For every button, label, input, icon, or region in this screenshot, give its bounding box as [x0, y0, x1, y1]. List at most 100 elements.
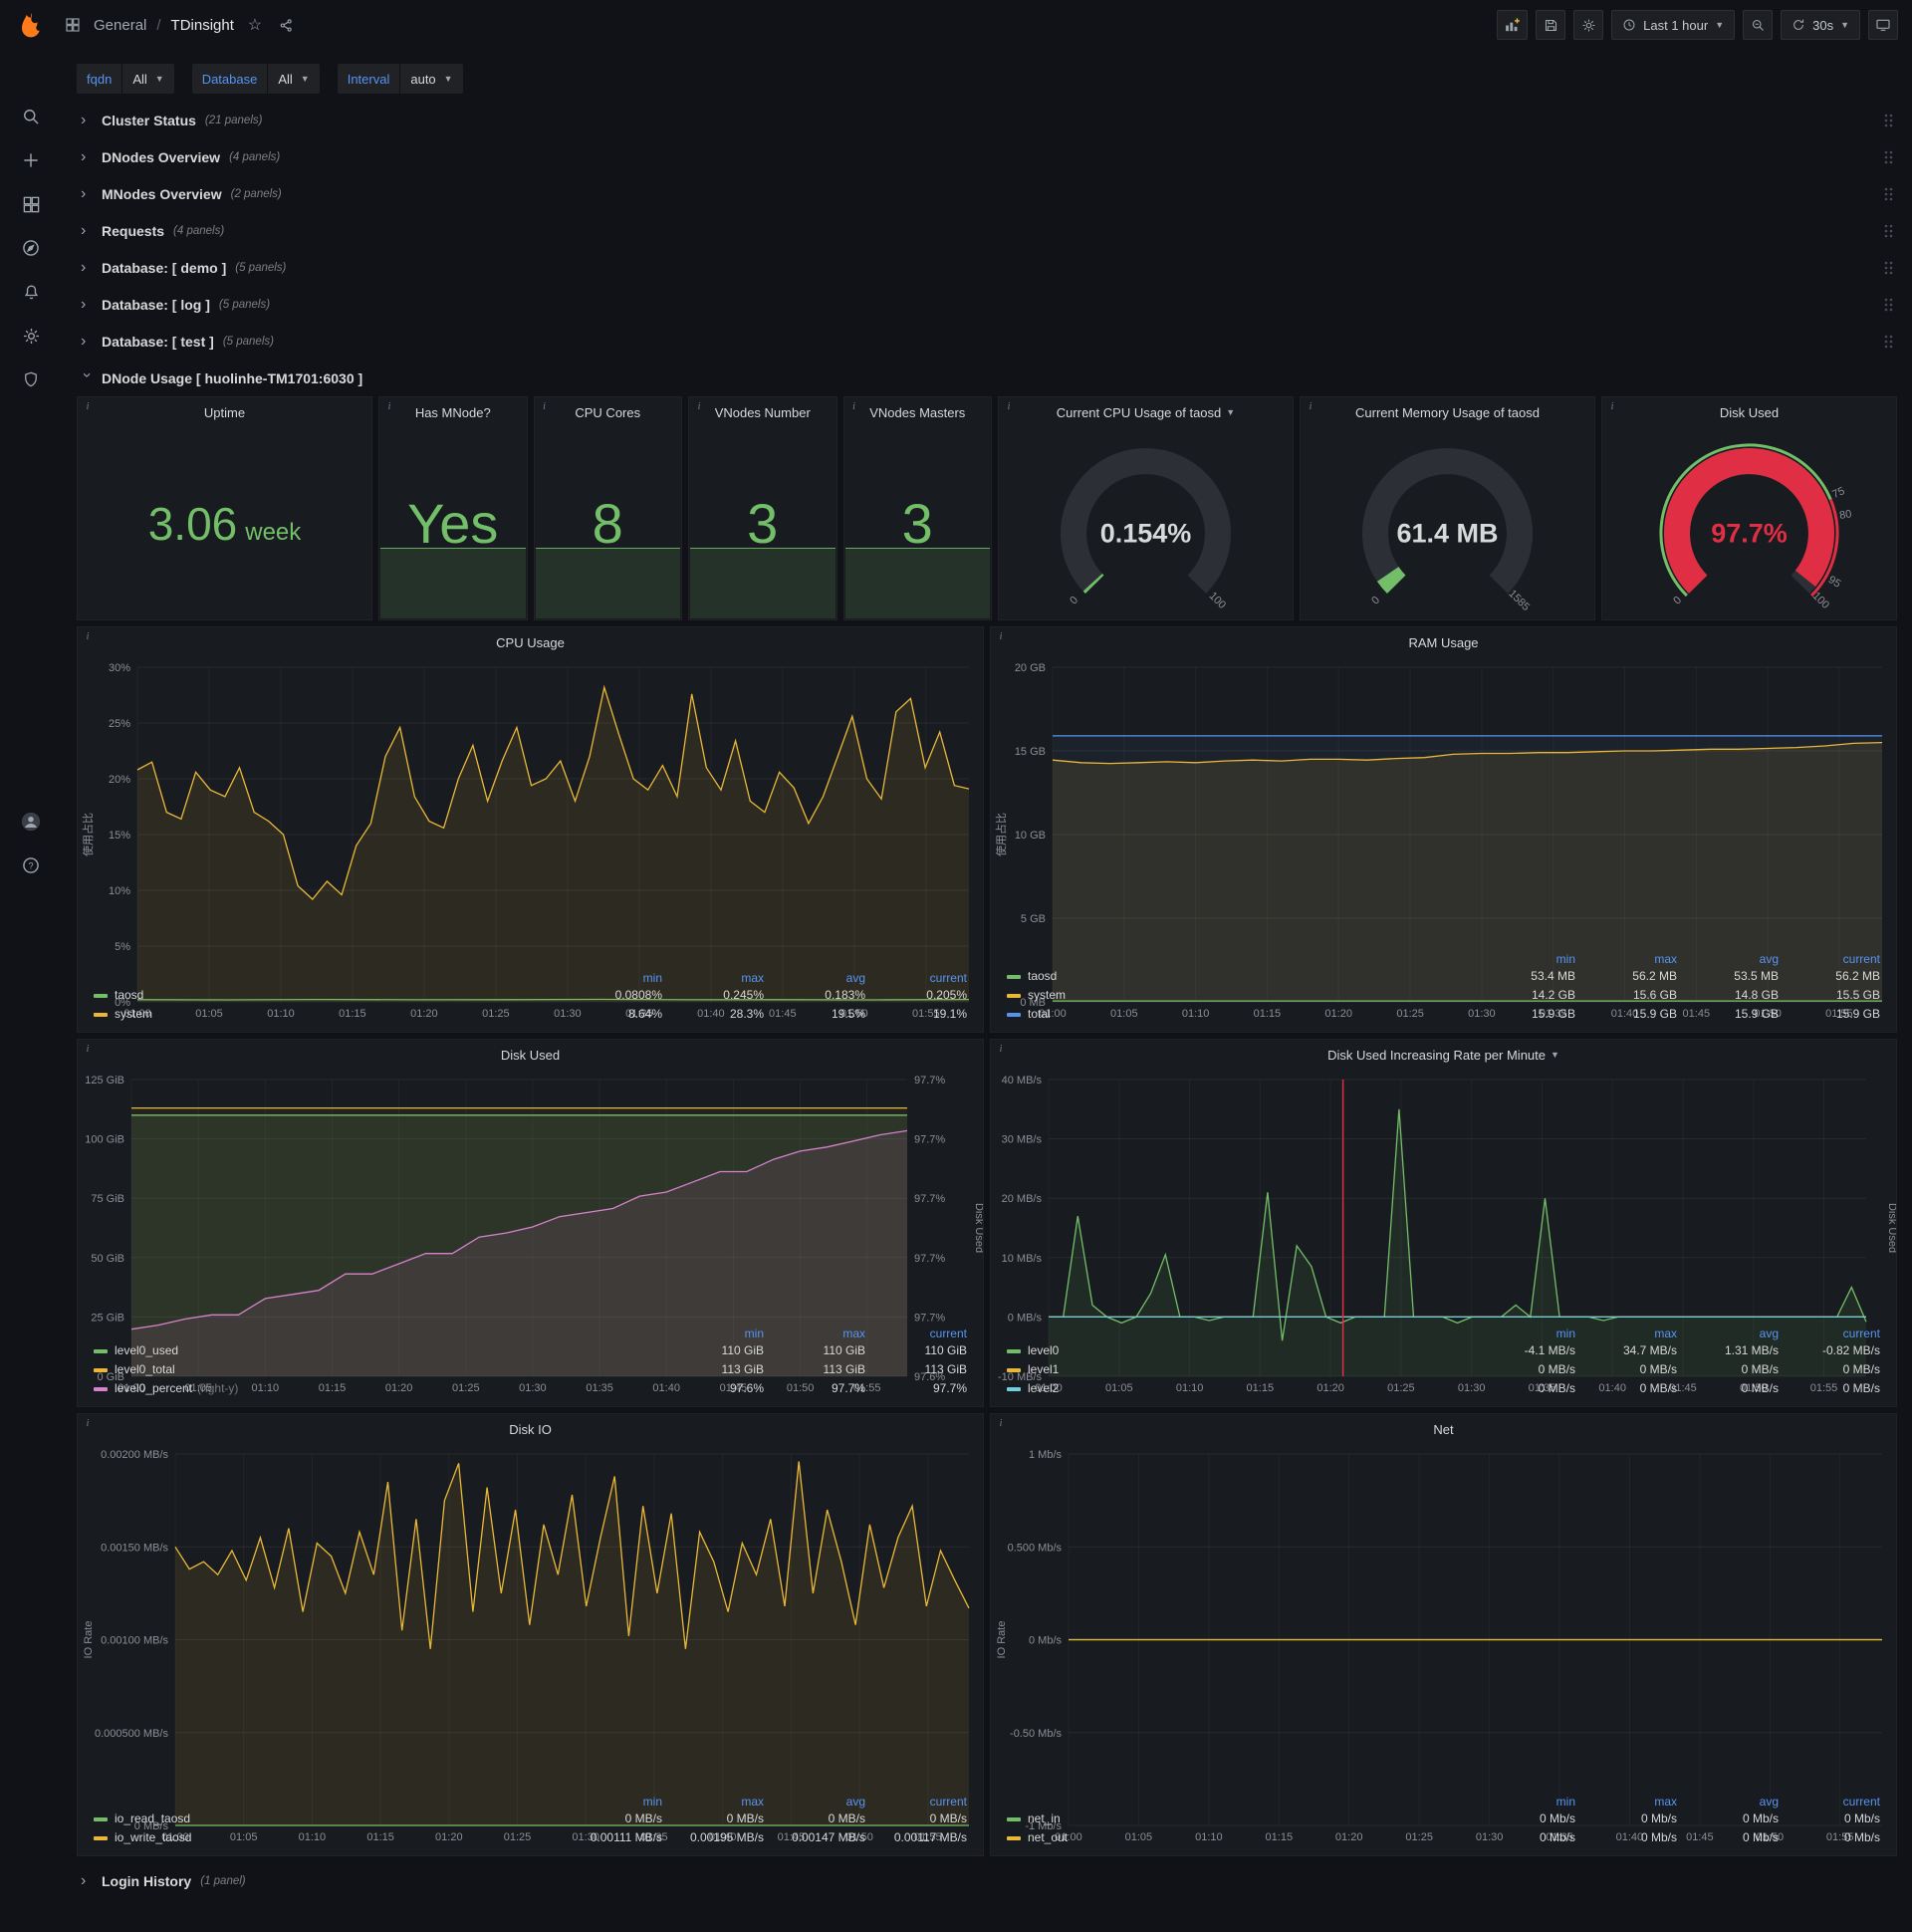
legend-column-header[interactable]: current	[1781, 1326, 1882, 1341]
legend-column-header[interactable]: max	[664, 1794, 766, 1810]
panel-info-icon[interactable]: i	[848, 401, 860, 412]
panel-title[interactable]: Disk IO	[509, 1422, 552, 1437]
panel-title[interactable]: Has MNode?	[415, 405, 491, 420]
drag-handle-icon[interactable]	[1884, 224, 1893, 238]
star-dashboard-icon[interactable]: ☆	[244, 14, 266, 36]
row-login-history[interactable]: › Login History (1 panel)	[77, 1862, 1897, 1899]
series-color-swatch[interactable]	[1007, 1012, 1021, 1017]
panel-info-icon[interactable]: i	[82, 1418, 94, 1429]
series-name[interactable]: net_out	[1028, 1830, 1068, 1844]
legend-column-header[interactable]: current	[1781, 1794, 1882, 1810]
disk-used-chart[interactable]: 0 GiB 97.6% 25 GiB 97.7% 50 GiB 97.7% 75 GiB 97…	[78, 1070, 983, 1394]
series-color-swatch[interactable]	[94, 1012, 108, 1017]
series-name[interactable]: taosd	[115, 988, 143, 1002]
legend-column-header[interactable]: max	[1577, 1794, 1679, 1810]
cycle-view-mode-button[interactable]	[1868, 10, 1898, 40]
panel-title[interactable]: Disk Used Increasing Rate per Minute	[1327, 1048, 1546, 1063]
series-color-swatch[interactable]	[1007, 1386, 1021, 1391]
series-color-swatch[interactable]	[94, 1835, 108, 1840]
series-name[interactable]: level1	[1028, 1362, 1059, 1376]
series-name[interactable]: total	[1028, 1007, 1051, 1021]
row-dnodes-overview[interactable]: › DNodes Overview (4 panels)	[77, 138, 1897, 175]
legend-column-header[interactable]: current	[867, 1794, 969, 1810]
series-color-swatch[interactable]	[1007, 1348, 1021, 1353]
legend-column-header[interactable]: max	[1577, 951, 1679, 967]
series-color-swatch[interactable]	[94, 1367, 108, 1372]
series-name[interactable]: level2	[1028, 1381, 1059, 1395]
dashboard-settings-button[interactable]	[1573, 10, 1604, 40]
net-chart[interactable]: -1 Mb/s -0.50 Mb/s 0 Mb/s 0.500 Mb/s 1 Mb/s 0…	[991, 1444, 1896, 1843]
series-name[interactable]: io_write_taosd	[115, 1830, 191, 1844]
series-name[interactable]: system	[115, 1007, 152, 1021]
legend-column-header[interactable]: max	[664, 970, 766, 986]
panel-info-icon[interactable]: i	[693, 401, 705, 412]
disk-io-chart[interactable]: 0 MB/s 0.000500 MB/s 0.00100 MB/s 0.00150 M…	[78, 1444, 983, 1843]
series-name[interactable]: taosd	[1028, 969, 1057, 983]
cpu-usage-chart[interactable]: 0% 5% 10% 15% 20% 25% 30% 01:00 01:05 01:10 01:15 0…	[78, 657, 983, 1020]
series-color-swatch[interactable]	[1007, 1835, 1021, 1840]
panel-info-icon[interactable]: i	[995, 631, 1007, 642]
row-dnode-usage[interactable]: › DNode Usage [ huolinhe-TM1701:6030 ]	[77, 360, 1897, 396]
legend-column-header[interactable]: current	[867, 970, 969, 986]
panel-title[interactable]: Current Memory Usage of taosd	[1355, 405, 1540, 420]
row-mnodes-overview[interactable]: › MNodes Overview (2 panels)	[77, 175, 1897, 212]
save-dashboard-button[interactable]	[1536, 10, 1566, 40]
server-admin-shield-icon[interactable]	[20, 368, 42, 390]
panel-info-icon[interactable]: i	[82, 401, 94, 412]
panel-info-icon[interactable]: i	[1305, 401, 1316, 412]
series-name[interactable]: level0	[1028, 1343, 1059, 1357]
drag-handle-icon[interactable]	[1884, 150, 1893, 164]
series-color-swatch[interactable]	[94, 993, 108, 998]
panel-info-icon[interactable]: i	[383, 401, 395, 412]
grafana-logo[interactable]	[0, 10, 62, 40]
panel-title[interactable]: Disk Used	[501, 1048, 560, 1063]
panel-title[interactable]: CPU Usage	[496, 635, 565, 650]
series-color-swatch[interactable]	[1007, 993, 1021, 998]
help-icon[interactable]: ?	[20, 854, 42, 876]
legend-column-header[interactable]: avg	[766, 970, 867, 986]
series-name[interactable]: net_in	[1028, 1811, 1061, 1825]
variable-value-database[interactable]: All ▼	[268, 64, 320, 94]
configuration-gear-icon[interactable]	[20, 325, 42, 347]
create-plus-icon[interactable]	[20, 149, 42, 171]
drag-handle-icon[interactable]	[1884, 298, 1893, 312]
series-name[interactable]: level0_used	[115, 1343, 178, 1357]
variable-value-interval[interactable]: auto ▼	[400, 64, 463, 94]
legend-column-header[interactable]: current	[867, 1326, 969, 1341]
panel-title[interactable]: Current CPU Usage of taosd	[1057, 405, 1221, 420]
refresh-picker[interactable]: 30s ▼	[1781, 10, 1860, 40]
panel-info-icon[interactable]: i	[995, 1044, 1007, 1055]
row-cluster-status[interactable]: › Cluster Status (21 panels)	[77, 102, 1897, 138]
panel-info-icon[interactable]: i	[995, 1418, 1007, 1429]
variable-value-fqdn[interactable]: All ▼	[122, 64, 174, 94]
legend-column-header[interactable]: min	[563, 970, 664, 986]
series-name[interactable]: level0_percent	[115, 1381, 192, 1395]
legend-column-header[interactable]: current	[1781, 951, 1882, 967]
zoom-out-time-button[interactable]	[1743, 10, 1774, 40]
panel-title[interactable]: RAM Usage	[1408, 635, 1478, 650]
breadcrumb-section[interactable]: General	[94, 17, 146, 34]
panel-title[interactable]: VNodes Number	[715, 405, 811, 420]
drag-handle-icon[interactable]	[1884, 261, 1893, 275]
legend-column-header[interactable]: max	[1577, 1326, 1679, 1341]
panel-info-icon[interactable]: i	[82, 1044, 94, 1055]
series-name[interactable]: io_read_taosd	[115, 1811, 190, 1825]
panel-info-icon[interactable]: i	[1003, 401, 1015, 412]
panel-info-icon[interactable]: i	[539, 401, 551, 412]
series-color-swatch[interactable]	[1007, 974, 1021, 979]
panel-info-icon[interactable]: i	[82, 631, 94, 642]
drag-handle-icon[interactable]	[1884, 335, 1893, 349]
ram-usage-chart[interactable]: 0 MB 5 GB 10 GB 15 GB 20 GB 01:00 01:05 01:10 01…	[991, 657, 1896, 1020]
series-color-swatch[interactable]	[94, 1386, 108, 1391]
row-requests[interactable]: › Requests (4 panels)	[77, 212, 1897, 249]
share-dashboard-icon[interactable]	[276, 14, 298, 36]
drag-handle-icon[interactable]	[1884, 187, 1893, 201]
add-panel-button[interactable]	[1497, 10, 1529, 40]
row-database-test[interactable]: › Database: [ test ] (5 panels)	[77, 323, 1897, 360]
panel-title[interactable]: Net	[1433, 1422, 1453, 1437]
breadcrumb-title[interactable]: TDinsight	[171, 17, 234, 34]
panel-title[interactable]: Uptime	[204, 405, 245, 420]
time-range-picker[interactable]: Last 1 hour ▼	[1611, 10, 1736, 40]
drag-handle-icon[interactable]	[1884, 114, 1893, 127]
legend-column-header[interactable]: avg	[766, 1794, 867, 1810]
